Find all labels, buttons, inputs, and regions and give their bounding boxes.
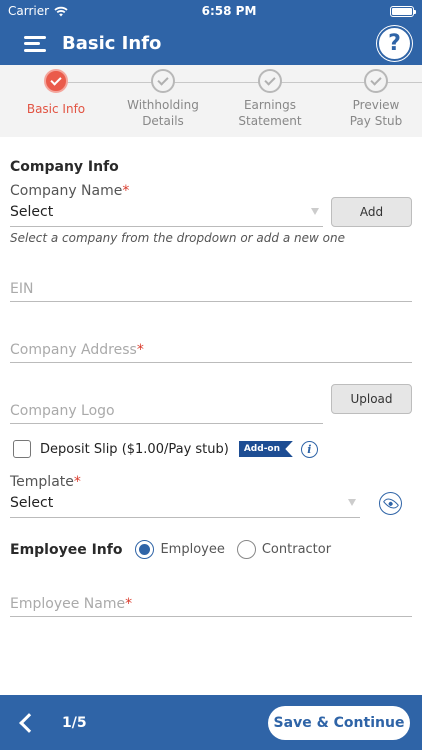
deposit-slip-row: Deposit Slip ($1.00/Pay stub) Add-on i <box>10 440 412 458</box>
ein-input[interactable]: EIN <box>10 272 412 302</box>
step-withholding-details[interactable]: Withholding Details <box>113 69 213 129</box>
step-preview-pay-stub[interactable]: Preview Pay Stub <box>326 69 422 129</box>
status-bar: Carrier 6:58 PM <box>0 0 422 22</box>
step-label-line2: Pay Stub <box>349 114 403 128</box>
dropdown-arrow-icon <box>348 499 356 506</box>
step-label-line2: Details <box>142 114 184 128</box>
radio-selected-icon <box>135 540 155 559</box>
step-label: Preview Pay Stub <box>326 97 422 129</box>
battery-fill <box>392 7 412 15</box>
radio-contractor[interactable]: Contractor <box>236 540 332 559</box>
company-name-select[interactable]: Select <box>10 197 323 227</box>
preview-template-eye-icon[interactable] <box>379 492 402 515</box>
company-info-title: Company Info <box>10 159 119 175</box>
company-name-row: Select Add <box>10 197 412 227</box>
add-company-button[interactable]: Add <box>331 197 412 227</box>
form-content: Company Info Company Name* Select Add Se… <box>0 137 422 692</box>
status-left: Carrier <box>8 4 68 18</box>
help-button[interactable]: ? <box>377 26 412 61</box>
step-basic-info[interactable]: Basic Info <box>6 69 106 117</box>
save-continue-button[interactable]: Save & Continue <box>268 705 410 740</box>
bottom-bar: 1/5 Save & Continue <box>0 695 422 750</box>
nav-bar: Basic Info ? <box>0 22 422 65</box>
check-icon <box>258 69 282 93</box>
ein-placeholder: EIN <box>10 281 34 297</box>
required-mark: * <box>136 342 144 358</box>
employee-name-placeholder: Employee Name <box>10 596 126 612</box>
eye-shape <box>382 495 399 512</box>
step-label-line1: Withholding <box>127 98 199 112</box>
battery-icon <box>390 5 416 17</box>
step-label-line2: Statement <box>238 114 302 128</box>
template-select[interactable]: Select <box>10 488 360 518</box>
template-row: Select <box>10 488 412 518</box>
step-earnings-statement[interactable]: Earnings Statement <box>220 69 320 129</box>
question-icon: ? <box>388 31 401 56</box>
check-icon <box>364 69 388 93</box>
dropdown-arrow-icon <box>311 208 319 215</box>
radio-dot <box>139 544 151 555</box>
company-logo-placeholder: Company Logo <box>10 403 115 419</box>
step-label: Earnings Statement <box>220 97 320 129</box>
menu-icon[interactable] <box>24 35 46 52</box>
step-label: Basic Info <box>26 102 86 116</box>
clock: 6:58 PM <box>201 4 257 18</box>
company-logo-input[interactable]: Company Logo <box>10 383 323 424</box>
info-icon[interactable]: i <box>300 440 318 458</box>
page-indicator: 1/5 <box>62 714 87 731</box>
company-logo-row: Company Logo Upload <box>10 383 412 424</box>
carrier-label: Carrier <box>8 4 50 18</box>
company-name-value: Select <box>10 203 54 220</box>
employee-info-title: Employee Info <box>10 541 123 558</box>
radio-unselected-icon <box>236 540 256 559</box>
radio-contractor-label: Contractor <box>261 542 332 557</box>
company-helper-text: Select a company from the dropdown or ad… <box>10 231 345 245</box>
radio-employee[interactable]: Employee <box>135 540 225 559</box>
check-icon <box>151 69 175 93</box>
required-mark: * <box>125 596 133 612</box>
employee-info-row: Employee Info Employee Contractor <box>10 540 412 559</box>
template-value: Select <box>10 494 54 511</box>
progress-stepper: Basic Info Withholding Details Earnings … <box>0 65 422 137</box>
step-label-line1: Earnings <box>243 98 297 112</box>
back-chevron-icon[interactable] <box>19 712 39 733</box>
company-address-input[interactable]: Company Address * <box>10 333 412 363</box>
check-icon <box>44 69 68 93</box>
deposit-slip-label: Deposit Slip ($1.00/Pay stub) <box>40 441 229 457</box>
step-label: Withholding Details <box>113 97 213 129</box>
addon-badge: Add-on <box>238 441 293 457</box>
page-title: Basic Info <box>62 33 162 54</box>
upload-logo-button[interactable]: Upload <box>331 384 412 414</box>
deposit-slip-checkbox[interactable] <box>13 440 31 458</box>
eye-pupil <box>387 500 394 507</box>
radio-employee-label: Employee <box>160 542 225 557</box>
employee-name-input[interactable]: Employee Name * <box>10 587 412 617</box>
wifi-icon <box>54 6 68 16</box>
company-address-placeholder: Company Address <box>10 342 137 358</box>
step-label-line1: Preview <box>352 98 400 112</box>
